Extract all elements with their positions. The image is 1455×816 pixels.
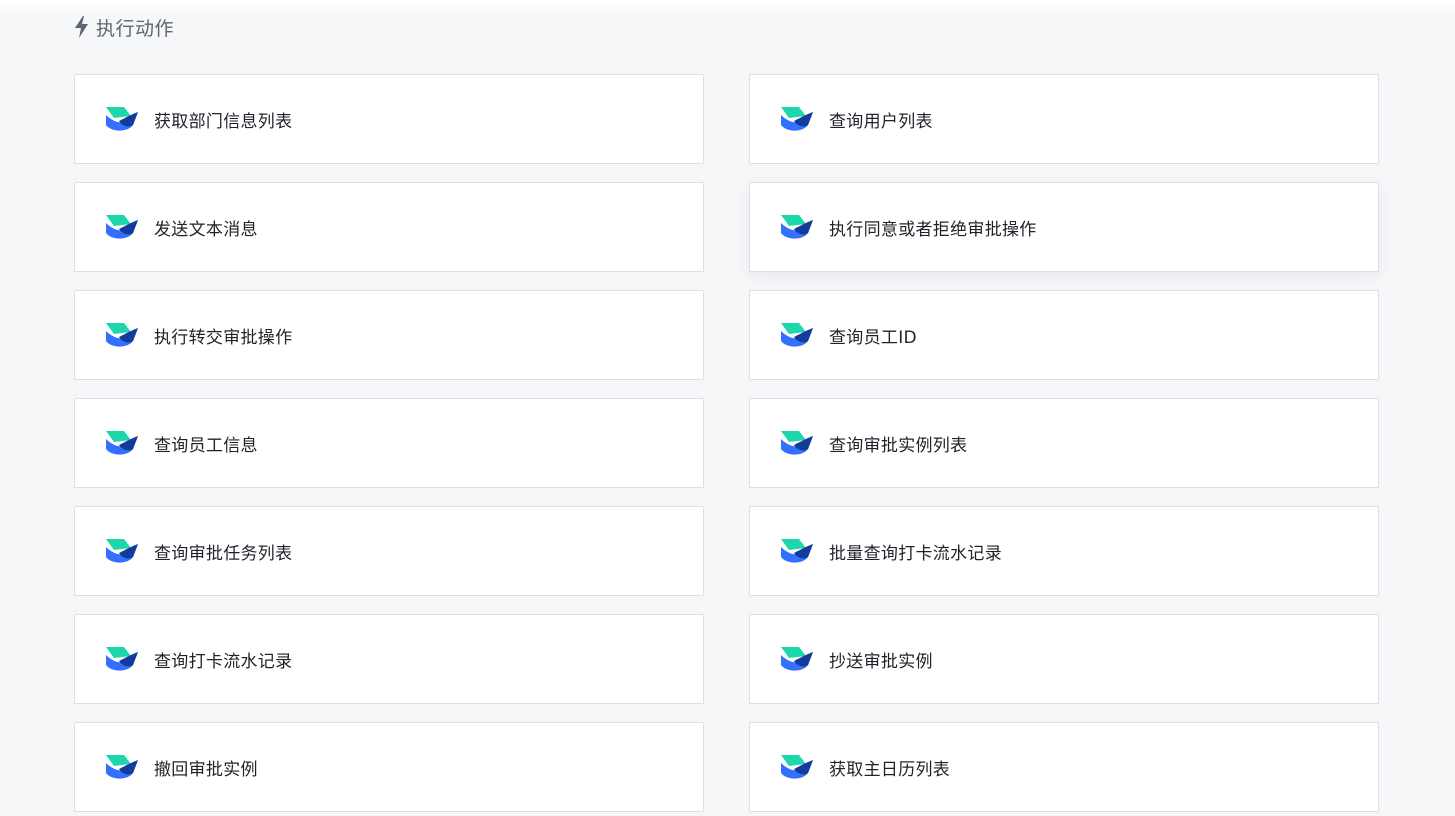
action-card-query-employee-id[interactable]: 查询员工ID — [749, 290, 1379, 380]
lark-logo-icon — [780, 753, 814, 781]
section-header: 执行动作 — [72, 12, 174, 42]
lark-logo-icon — [105, 753, 139, 781]
lark-logo-icon — [105, 645, 139, 673]
action-label: 执行同意或者拒绝审批操作 — [829, 219, 1037, 240]
action-card-query-user-list[interactable]: 查询用户列表 — [749, 74, 1379, 164]
action-card-query-employee-info[interactable]: 查询员工信息 — [74, 398, 704, 488]
top-fade — [0, 0, 1455, 14]
action-card-query-approval-instances[interactable]: 查询审批实例列表 — [749, 398, 1379, 488]
lark-logo-icon — [780, 537, 814, 565]
lark-logo-icon — [105, 429, 139, 457]
action-card-get-primary-calendars[interactable]: 获取主日历列表 — [749, 722, 1379, 812]
lark-logo-icon — [780, 213, 814, 241]
section-title: 执行动作 — [96, 17, 175, 40]
lark-logo-icon — [105, 105, 139, 133]
action-card-query-approval-tasks[interactable]: 查询审批任务列表 — [74, 506, 704, 596]
action-label: 获取主日历列表 — [829, 759, 951, 780]
lark-logo-icon — [105, 537, 139, 565]
action-card-get-department-list[interactable]: 获取部门信息列表 — [74, 74, 704, 164]
action-card-withdraw-approval-instance[interactable]: 撤回审批实例 — [74, 722, 704, 812]
action-label: 批量查询打卡流水记录 — [829, 543, 1002, 564]
action-card-send-text-message[interactable]: 发送文本消息 — [74, 182, 704, 272]
action-card-cc-approval-instance[interactable]: 抄送审批实例 — [749, 614, 1379, 704]
action-label: 抄送审批实例 — [829, 651, 933, 672]
action-label: 查询用户列表 — [829, 111, 933, 132]
action-label: 查询员工ID — [829, 327, 917, 348]
lark-logo-icon — [780, 105, 814, 133]
action-card-batch-query-punch-records[interactable]: 批量查询打卡流水记录 — [749, 506, 1379, 596]
action-label: 查询打卡流水记录 — [154, 651, 293, 672]
lark-logo-icon — [780, 645, 814, 673]
action-card-approve-or-reject[interactable]: 执行同意或者拒绝审批操作 — [749, 182, 1379, 272]
lark-logo-icon — [780, 429, 814, 457]
action-grid: 获取部门信息列表 查询用户列表 发送文本消息 执行同意或者拒绝审批操作 执行转交… — [74, 74, 1379, 812]
action-label: 查询审批实例列表 — [829, 435, 968, 456]
action-label: 执行转交审批操作 — [154, 327, 293, 348]
action-label: 撤回审批实例 — [154, 759, 258, 780]
action-card-query-punch-records[interactable]: 查询打卡流水记录 — [74, 614, 704, 704]
action-label: 发送文本消息 — [154, 219, 258, 240]
action-label: 查询审批任务列表 — [154, 543, 293, 564]
lark-logo-icon — [105, 321, 139, 349]
action-label: 查询员工信息 — [154, 435, 258, 456]
lark-logo-icon — [780, 321, 814, 349]
lark-logo-icon — [105, 213, 139, 241]
action-label: 获取部门信息列表 — [154, 111, 293, 132]
bolt-icon — [72, 15, 92, 39]
action-card-transfer-approval[interactable]: 执行转交审批操作 — [74, 290, 704, 380]
